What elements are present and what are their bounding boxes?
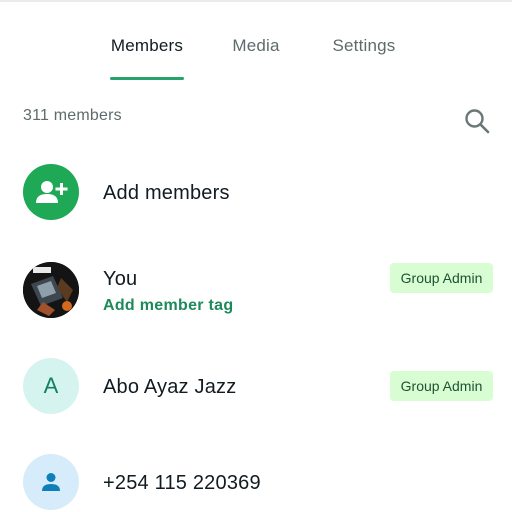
person-add-icon (36, 181, 68, 203)
group-admin-badge: Group Admin (390, 263, 493, 293)
member-row[interactable]: +254 115 220369 (0, 452, 512, 512)
member-row-you[interactable]: You Add member tag Group Admin (0, 258, 512, 324)
tab-media[interactable]: Media (226, 36, 286, 60)
avatar (23, 262, 79, 318)
add-member-tag-link[interactable]: Add member tag (103, 297, 233, 315)
group-admin-badge: Group Admin (390, 371, 493, 401)
member-row[interactable]: A Abo Ayaz Jazz Group Admin (0, 354, 512, 420)
member-name: Abo Ayaz Jazz (103, 376, 237, 398)
members-count: 311 members (23, 107, 122, 124)
member-name: You (103, 268, 138, 290)
member-name: +254 115 220369 (103, 472, 261, 494)
avatar: A (23, 358, 79, 414)
tab-bar: Members Media Settings (0, 0, 512, 82)
profile-photo (23, 262, 79, 318)
search-button[interactable] (462, 106, 492, 136)
add-members-avatar (23, 164, 79, 220)
avatar (23, 454, 79, 510)
tab-members[interactable]: Members (108, 36, 186, 60)
active-tab-indicator (110, 77, 184, 80)
add-members-label: Add members (103, 182, 230, 204)
search-icon (465, 109, 490, 134)
person-icon (42, 473, 60, 491)
tab-settings[interactable]: Settings (326, 36, 402, 60)
add-members-row[interactable]: Add members (0, 160, 512, 226)
avatar-letter: A (43, 373, 59, 398)
